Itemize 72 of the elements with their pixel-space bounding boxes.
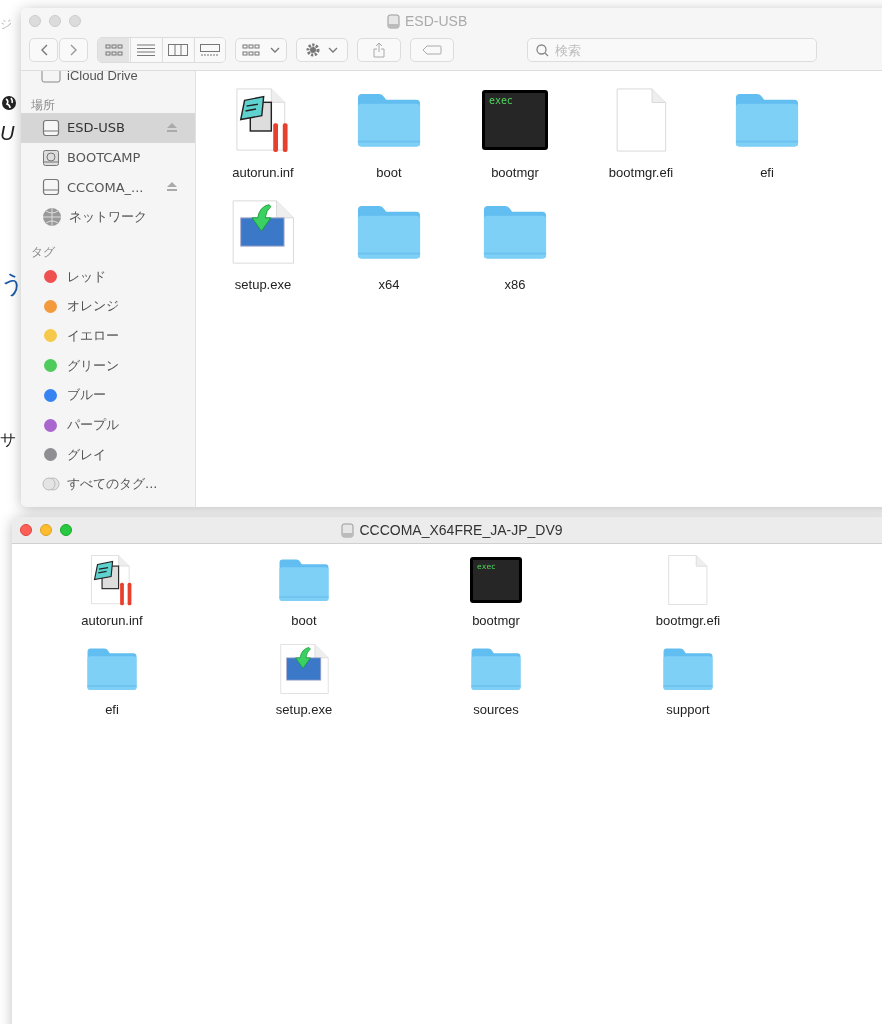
file-name[interactable]: setup.exe: [231, 276, 295, 293]
minimize-button[interactable]: [40, 524, 52, 536]
drive-icon: [341, 522, 355, 538]
file-name[interactable]: bootmgr: [469, 612, 523, 629]
terminal-icon-label: exec: [489, 95, 513, 108]
installer-document-icon: [278, 643, 330, 695]
folder-icon: [482, 204, 548, 260]
file-name[interactable]: x86: [501, 276, 529, 293]
globe-icon: [42, 206, 62, 227]
page-text-fragment: U: [0, 122, 15, 145]
window-title: CCCOMA_X64FRE_JA-JP_DV9: [359, 522, 563, 538]
file-name[interactable]: efi: [757, 164, 777, 181]
file-name[interactable]: support: [663, 701, 713, 718]
file-name[interactable]: sources: [470, 701, 522, 718]
sidebar-item[interactable]: パープル: [21, 410, 195, 440]
icon-view-icon: [104, 44, 123, 56]
folder-icon: [734, 92, 800, 148]
close-button[interactable]: [20, 524, 32, 536]
search-icon: [536, 44, 549, 57]
file-name[interactable]: bootmgr.efi: [652, 612, 724, 629]
blank-document-icon: [614, 87, 668, 153]
file-name[interactable]: x64: [375, 276, 403, 293]
drive-icon: [387, 13, 400, 29]
drive-icon: [42, 118, 60, 137]
folder-icon: [356, 92, 422, 148]
sidebar-item[interactable]: BOOTCAMP: [21, 142, 195, 173]
window-title: ESD-USB: [405, 13, 468, 29]
chevron-right-icon: [69, 44, 78, 56]
folder-icon: [278, 558, 330, 602]
sidebar-item[interactable]: iCloud Drive: [67, 71, 138, 83]
sidebar-item[interactable]: グリーン: [21, 350, 195, 381]
list-view-icon: [137, 44, 155, 56]
section-header: タグ: [30, 243, 56, 261]
gallery-view-icon: [200, 44, 220, 56]
page-text-fragment: サ: [0, 430, 16, 450]
file-name[interactable]: autorun.inf: [229, 164, 297, 181]
file-name[interactable]: efi: [102, 701, 122, 718]
folder-icon: [662, 647, 714, 691]
column-view-icon: [168, 44, 188, 56]
sidebar-item[interactable]: CCCOMA_...: [21, 172, 195, 203]
file-name[interactable]: bootmgr: [488, 164, 542, 181]
eject-icon[interactable]: [167, 182, 177, 192]
file-name[interactable]: autorun.inf: [78, 612, 146, 629]
folder-icon: [356, 204, 422, 260]
gear-chevron-icon: [305, 42, 339, 58]
zoom-button[interactable]: [60, 524, 72, 536]
folder-icon: [86, 647, 138, 691]
sidebar-item[interactable]: グレイ: [21, 439, 195, 470]
blank-document-icon: [667, 554, 709, 606]
sidebar-item[interactable]: ESD-USB: [21, 113, 195, 143]
drive-icon: [41, 71, 61, 83]
share-icon: [373, 42, 385, 58]
installer-document-icon: [230, 199, 296, 265]
folder-icon: [470, 647, 522, 691]
notepad-document-icon: [90, 554, 134, 606]
file-name[interactable]: setup.exe: [272, 701, 336, 718]
sidebar-item[interactable]: イエロー: [21, 321, 195, 351]
file-name[interactable]: boot: [288, 612, 320, 629]
file-name[interactable]: boot: [373, 164, 405, 181]
grid-chevron-icon: [242, 44, 280, 56]
notepad-document-icon: [235, 87, 291, 153]
all-tags-icon: [42, 477, 60, 492]
sidebar-item[interactable]: ネットワーク: [21, 202, 195, 232]
page-text-fragment: ジ: [0, 16, 12, 33]
drive-icon: [42, 178, 60, 197]
chevron-left-icon: [39, 44, 48, 56]
file-name[interactable]: bootmgr.efi: [605, 164, 677, 181]
tag-icon: [422, 45, 442, 55]
sidebar-item[interactable]: すべてのタグ...: [21, 469, 195, 500]
section-header: 場所: [30, 97, 56, 113]
eject-icon[interactable]: [167, 123, 177, 132]
sidebar-item[interactable]: ブルー: [21, 380, 195, 411]
